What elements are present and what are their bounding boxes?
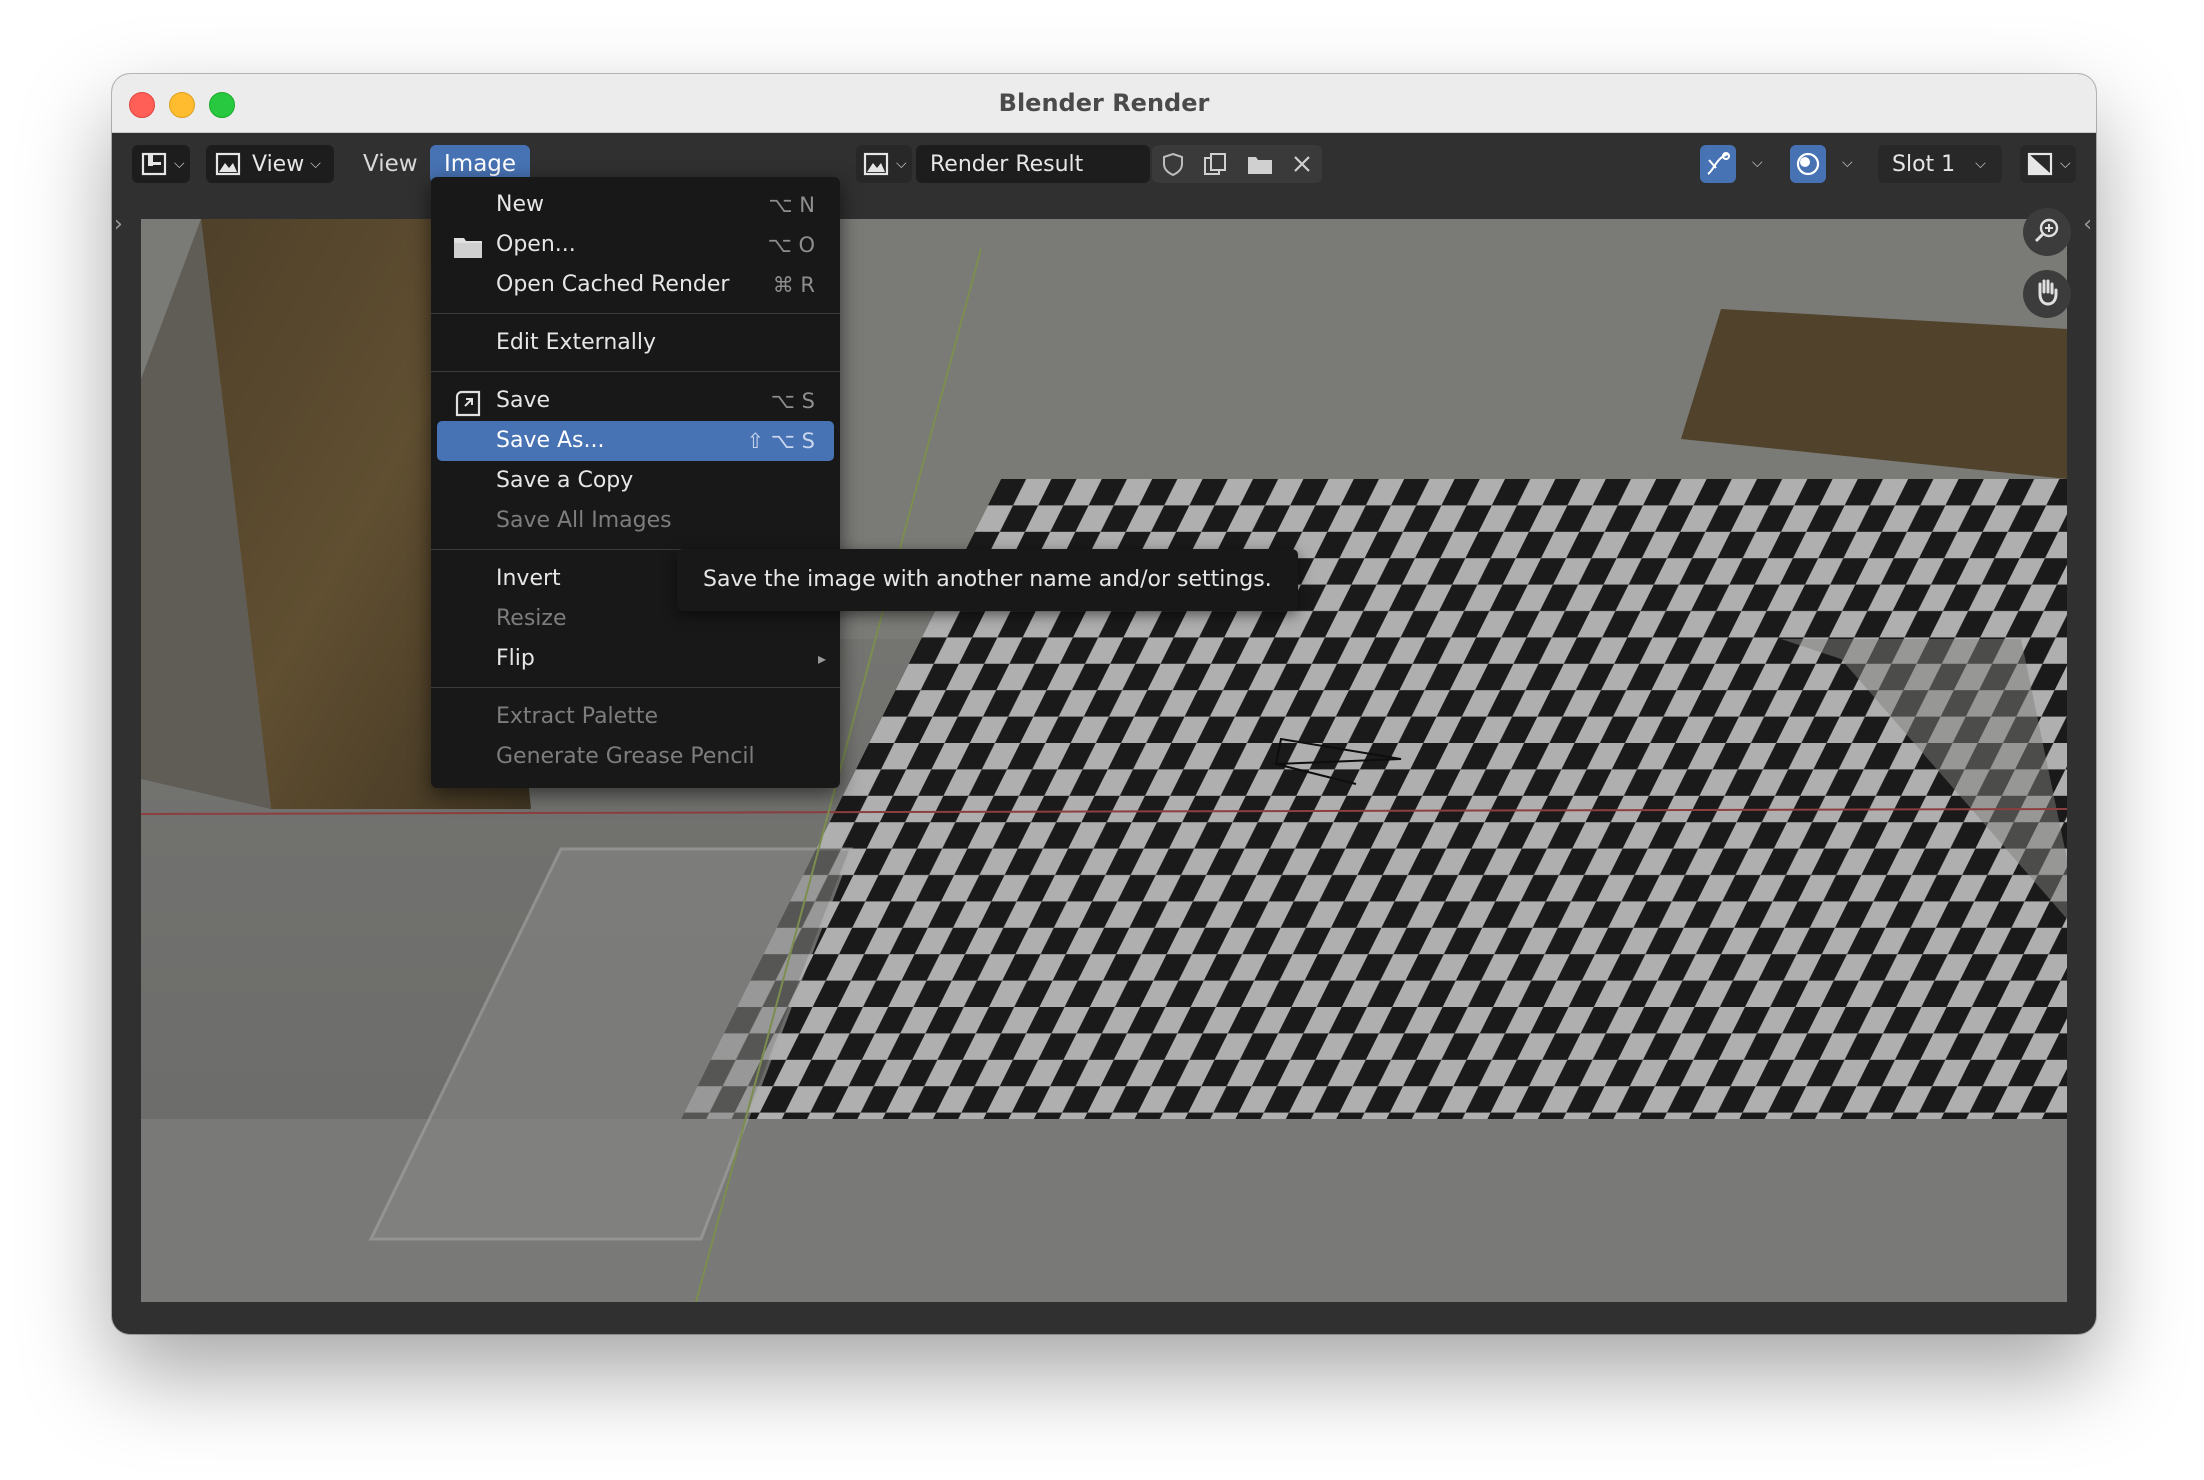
chevron-down-icon: ⌵ xyxy=(174,156,185,172)
menu-separator xyxy=(431,313,840,314)
menu-item-generate-grease-pencil[interactable]: Generate Grease Pencil xyxy=(431,737,840,777)
chevron-down-icon: ⌵ xyxy=(2060,156,2071,172)
render-result-image xyxy=(141,219,2067,1302)
render-slot-dropdown[interactable]: Slot 1 ⌵ xyxy=(1878,145,2002,183)
fake-user-shield-icon[interactable] xyxy=(1161,151,1185,177)
chevron-down-icon: ⌵ xyxy=(1975,156,1986,172)
menu-item-extract-palette[interactable]: Extract Palette xyxy=(431,697,840,737)
menu-view[interactable]: View xyxy=(349,145,432,183)
duplicate-icon[interactable] xyxy=(1202,151,1228,177)
editor-type-icon xyxy=(140,151,168,177)
maximize-window-button[interactable] xyxy=(209,92,235,118)
menu-item-save-a-copy[interactable]: Save a Copy xyxy=(431,461,840,501)
chevron-down-icon[interactable]: ⌵ xyxy=(1752,155,1763,171)
magnifier-zoom-icon xyxy=(2032,215,2062,249)
toolbar-expand-chevron-right-icon[interactable]: › xyxy=(114,212,123,237)
save-icon xyxy=(453,389,483,417)
image-editor-header: ⌵ View ⌵ View Image ⌵ Render Result ⌵ ⌵ … xyxy=(112,133,2096,193)
save-as-tooltip: Save the image with another name and/or … xyxy=(677,549,1298,611)
overlays-button[interactable] xyxy=(1790,145,1826,183)
view-dropdown-label: View xyxy=(252,151,305,177)
hand-pan-icon xyxy=(2032,276,2062,312)
render-result-viewport[interactable] xyxy=(141,219,2067,1302)
zoom-gizmo[interactable] xyxy=(2023,208,2071,256)
title-bar: Blender Render xyxy=(112,74,2096,133)
unlink-close-icon[interactable] xyxy=(1291,153,1313,175)
slot-label: Slot 1 xyxy=(1892,151,1956,177)
menu-item-save[interactable]: Save ⌥ S xyxy=(431,381,840,421)
submenu-arrow-icon: ▸ xyxy=(817,649,826,668)
image-datablock-buttons xyxy=(1152,145,1322,183)
open-folder-icon[interactable] xyxy=(1246,152,1274,176)
menu-separator xyxy=(431,687,840,688)
image-icon xyxy=(862,151,890,177)
chevron-down-icon: ⌵ xyxy=(310,156,321,172)
pan-gizmo[interactable] xyxy=(2023,270,2071,318)
overlays-icon xyxy=(1794,150,1822,178)
chevron-down-icon[interactable]: ⌵ xyxy=(1842,155,1853,171)
image-menu-dropdown: New ⌥ N Open... ⌥ O Open Cached Render ⌘… xyxy=(431,177,840,788)
view-mode-dropdown[interactable]: View ⌵ xyxy=(206,145,334,183)
image-icon xyxy=(214,151,242,177)
minimize-window-button[interactable] xyxy=(169,92,195,118)
window-title: Blender Render xyxy=(998,89,1210,117)
menu-separator xyxy=(431,371,840,372)
folder-icon xyxy=(453,233,483,258)
menu-item-flip[interactable]: Flip ▸ xyxy=(431,639,840,679)
sample-tool-button[interactable] xyxy=(1700,145,1736,183)
menu-item-open-cached-render[interactable]: Open Cached Render ⌘ R xyxy=(431,265,840,305)
image-name: Render Result xyxy=(930,151,1084,177)
browse-image-button[interactable]: ⌵ xyxy=(856,145,912,183)
blender-window: Blender Render ⌵ View ⌵ View Image ⌵ Ren… xyxy=(112,74,2096,1334)
menu-item-open[interactable]: Open... ⌥ O xyxy=(431,225,840,265)
menu-item-edit-externally[interactable]: Edit Externally xyxy=(431,323,840,363)
curve-tool-icon xyxy=(1704,150,1732,178)
sidebar-expand-chevron-left-icon[interactable]: ‹ xyxy=(2083,212,2092,237)
display-channels-icon xyxy=(2026,151,2054,177)
close-window-button[interactable] xyxy=(129,92,155,118)
menu-item-save-as[interactable]: Save As... ⇧ ⌥ S xyxy=(437,421,834,461)
menu-item-new[interactable]: New ⌥ N xyxy=(431,185,840,225)
display-channels-button[interactable]: ⌵ xyxy=(2020,145,2076,183)
menu-item-save-all-images[interactable]: Save All Images xyxy=(431,501,840,541)
image-name-field[interactable]: Render Result xyxy=(916,145,1150,183)
editor-type-button[interactable]: ⌵ xyxy=(132,145,190,183)
chevron-down-icon: ⌵ xyxy=(896,156,907,172)
